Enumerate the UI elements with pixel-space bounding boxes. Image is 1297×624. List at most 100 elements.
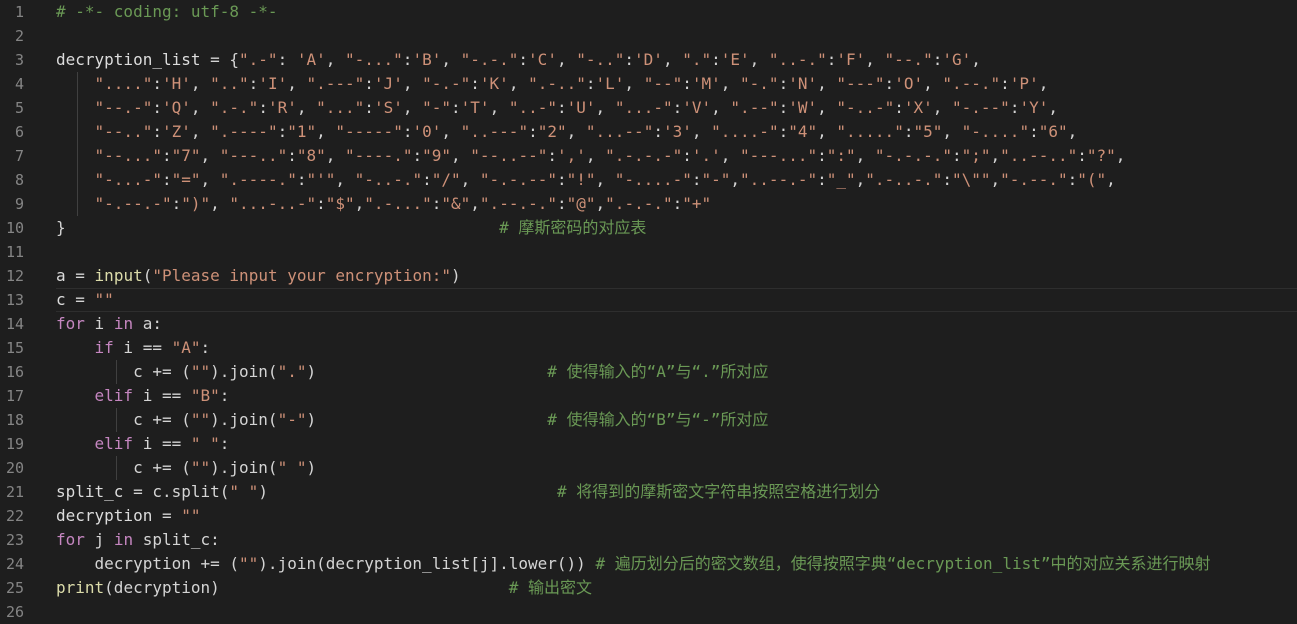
code-token: , [402,98,423,117]
code-token: : [248,74,259,93]
code-token: "" [181,506,201,525]
code-token: ";" [961,146,991,165]
code-token: ',' [556,146,586,165]
line-number: 20 [5,459,24,477]
code-line[interactable] [56,24,1297,48]
code-line[interactable]: c += ("").join("-") # 使得输入的“B”与“-”所对应 [56,408,1297,432]
code-token: "--..--" [470,146,548,165]
code-line[interactable]: print(decryption) # 输出密文 [56,576,1297,600]
code-token: "7" [171,146,201,165]
code-token: "-...-" [94,170,162,189]
code-token: "&" [441,194,471,213]
code-token: ) [306,410,548,429]
code-line[interactable]: c += ("").join(".") # 使得输入的“A”与“.”所对应 [56,360,1297,384]
code-token: , [720,146,741,165]
code-token: , [691,122,712,141]
code-token: "-.-." [460,50,519,69]
code-token: , [855,146,875,165]
line-number: 19 [5,435,24,453]
code-line[interactable]: c += ("").join(" ") [56,456,1297,480]
code-line[interactable]: "--..":'Z', ".----":"1", "-----":'0', ".… [56,120,1297,144]
code-token: elif [94,386,134,405]
code-token: : [431,194,442,213]
code-token: "=" [171,170,201,189]
code-token: : [152,122,162,141]
code-token: "-....-" [614,170,692,189]
code-token: "...-" [614,98,673,117]
code-line[interactable]: "....":'H', "..":'I', ".---":'J', "-.-":… [56,72,1297,96]
code-token: "-.-.--" [479,170,557,189]
code-token: "--.-" [94,98,153,117]
code-token: a [56,266,66,285]
code-token: ) [258,482,557,501]
code-token: "-" [422,98,452,117]
code-token: # 使得输入的“B”与“-”所对应 [547,410,769,429]
code-line[interactable]: "-.--.-":")", "...-..-":"$",".-...":"&",… [56,192,1297,216]
code-token: : [653,122,663,141]
code-token: , [200,170,220,189]
code-token: = [65,290,95,309]
code-token: "" [190,458,211,477]
code-token: "-" [701,170,731,189]
code-line[interactable]: split_c = c.split(" ") # 将得到的摩斯密文字符串按照空格… [56,480,1297,504]
code-token: , [855,170,866,189]
code-token: c += ( [56,362,191,381]
code-token: = [65,266,95,285]
code-token: , [595,98,615,117]
code-line[interactable]: for j in split_c: [56,528,1297,552]
code-token: "6" [1038,122,1068,141]
code-area[interactable]: # -*- coding: utf-8 -*- decryption_list =… [56,0,1297,614]
code-line[interactable]: # -*- coding: utf-8 -*- [56,0,1297,24]
code-line[interactable]: "-...-":"=", ".----.":"'", "-..-.":"/", … [56,168,1297,192]
code-token: : [451,98,461,117]
code-token: c [56,290,66,309]
code-token: "1" [287,122,317,141]
code-line[interactable] [56,240,1297,264]
code-line[interactable]: decryption = "" [56,504,1297,528]
code-token: : [518,50,529,69]
code-token: "4" [788,122,818,141]
code-token: decryption [56,506,153,525]
code-token: in [113,530,134,549]
code-line[interactable]: elif i == " ": [56,432,1297,456]
code-line[interactable]: if i == "A": [56,336,1297,360]
code-line[interactable]: decryption += ("").join(decryption_list[… [56,552,1297,576]
code-line[interactable]: elif i == "B": [56,384,1297,408]
code-token: : [1000,74,1010,93]
code-token: input [94,266,143,285]
code-token: 'J' [373,74,403,93]
indent-guide [77,72,78,216]
line-number: 7 [14,147,24,165]
code-token: ".--.-." [479,194,557,213]
code-token: , [730,170,741,189]
code-token: "" [190,362,211,381]
code-line[interactable]: } # 摩斯密码的对应表 [56,216,1297,240]
code-token: 'X' [903,98,933,117]
code-line[interactable]: decryption_list = {".-": 'A', "-...":'B'… [56,48,1297,72]
code-line[interactable]: "--.-":'Q', ".-.":'R', "...":'S', "-":'T… [56,96,1297,120]
code-token: c += ( [56,410,191,429]
code-token: : [672,194,683,213]
code-line[interactable] [56,600,1297,624]
code-token: 'C' [528,50,557,69]
code-token: 'R' [267,98,297,117]
code-token: ".-..." [364,194,432,213]
code-token: : [200,338,211,357]
code-line[interactable]: "--...":"7", "---..":"8", "----.":"9", "… [56,144,1297,168]
code-token: : [316,194,326,213]
code-token: # 使得输入的“A”与“.”所对应 [547,362,769,381]
code-editor[interactable]: 1 2 3 4 5 6 7 8 9 10 11 12 13 14 15 16 17 18 19 20 21 22 23 24 2… [0,0,1297,621]
code-token: : [1067,170,1078,189]
code-token: ).join( [210,410,278,429]
code-line[interactable]: for i in a: [56,312,1297,336]
code-line[interactable]: a = input("Please input your encryption:… [56,264,1297,288]
code-token: "-..." [345,50,403,69]
code-line[interactable]: c = "" [56,288,1297,312]
code-token: "-.-.-." [874,146,952,165]
code-token: , [441,50,461,69]
line-number: 15 [5,339,24,357]
code-token: "-.." [576,50,625,69]
